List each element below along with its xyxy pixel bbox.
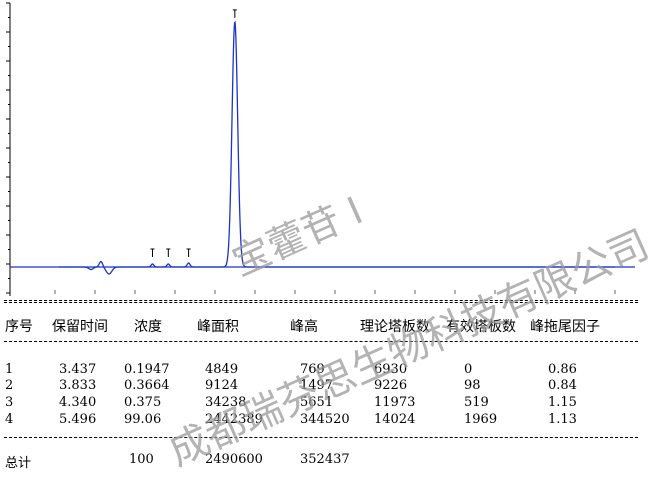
table-cell: 2: [5, 378, 14, 393]
table-cell: 4: [5, 412, 14, 427]
total-concentration: 100: [129, 452, 154, 467]
table-cell: 0.86: [548, 362, 577, 377]
total-height: 352437: [300, 452, 350, 467]
table-cell: 6930: [374, 362, 408, 377]
table-cell: 1.13: [548, 412, 577, 427]
table-cell: 9124: [205, 378, 239, 393]
table-cell: 4.340: [59, 395, 97, 410]
table-cell: 1969: [464, 412, 498, 427]
table-cell: 4849: [205, 362, 239, 377]
header-concentration: 浓度: [134, 319, 162, 335]
table-cell: 344520: [300, 412, 350, 427]
table-cell: 99.06: [124, 412, 162, 427]
header-peak-height: 峰高: [290, 319, 318, 335]
table-cell: 5651: [300, 395, 334, 410]
table-top-rule: [4, 300, 638, 301]
table-cell: 34238: [205, 395, 247, 410]
table-cell: 1: [5, 362, 14, 377]
header-retention-time: 保留时间: [52, 319, 108, 335]
chart-axes: [6, 2, 635, 296]
table-cell: 0.3664: [124, 378, 170, 393]
table-cell: 519: [464, 395, 489, 410]
table-cell: 1.15: [548, 395, 577, 410]
table-cell: 769: [300, 362, 325, 377]
table-top-rule-2: [4, 302, 638, 303]
table-cell: 0.375: [124, 395, 162, 410]
header-effective-plates: 有效塔板数: [446, 319, 516, 335]
table-cell: 0: [464, 362, 473, 377]
total-area: 2490600: [205, 452, 263, 467]
chromatogram: [6, 2, 635, 296]
table-header-rule: [4, 341, 638, 342]
table-cell: 3: [5, 395, 14, 410]
chromatogram-trace: [59, 20, 615, 275]
table-cell: 3.833: [59, 378, 97, 393]
table-cell: 0.84: [548, 378, 577, 393]
table-cell: 5.496: [59, 412, 97, 427]
table-cell: 98: [464, 378, 481, 393]
table-cell: 9226: [374, 378, 408, 393]
header-index: 序号: [5, 319, 33, 335]
header-peak-area: 峰面积: [197, 319, 239, 335]
table-cell: 11973: [374, 395, 416, 410]
table-cell: 14024: [374, 412, 416, 427]
table-bottom-rule: [4, 437, 638, 438]
peak-markers: [150, 9, 237, 257]
table-cell: 0.1947: [124, 362, 170, 377]
table-cell: 3.437: [59, 362, 97, 377]
header-tailing-factor: 峰拖尾因子: [530, 319, 600, 335]
header-theoretical-plates: 理论塔板数: [360, 319, 430, 335]
table-cell: 1497: [300, 378, 334, 393]
total-label: 总计: [5, 456, 32, 471]
table-cell: 2442389: [205, 412, 263, 427]
